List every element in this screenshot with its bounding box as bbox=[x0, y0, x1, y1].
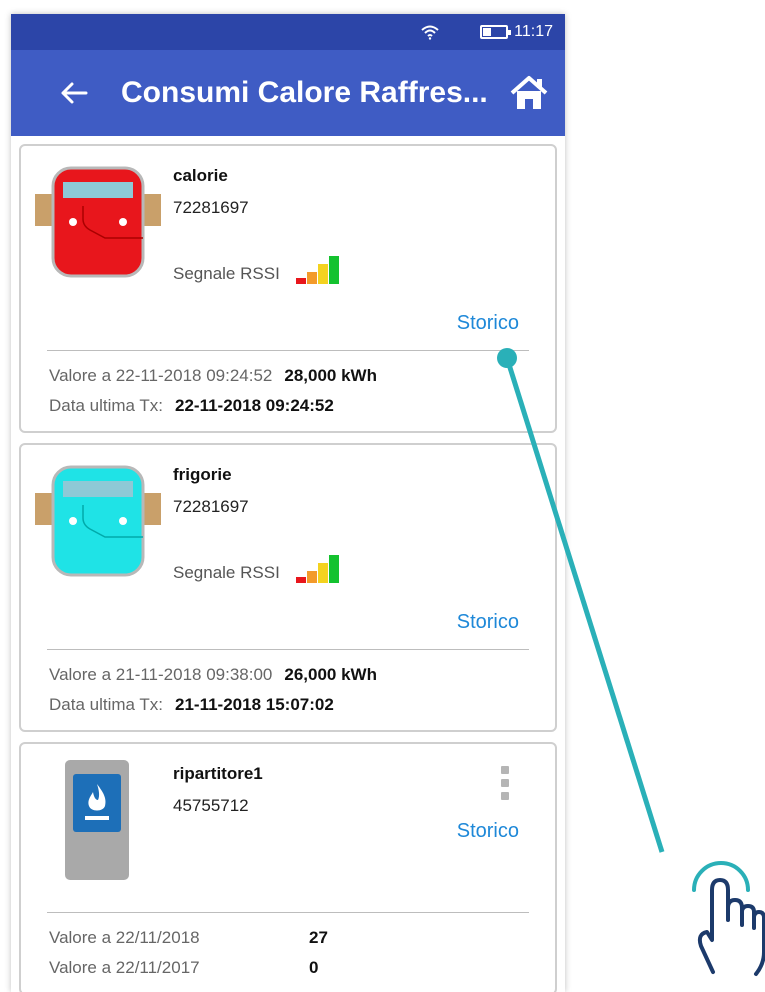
card-footer: Valore a 22/11/2018 27 Valore a 22/11/201… bbox=[21, 913, 555, 992]
reading-row: Valore a 22/11/2017 0 bbox=[49, 953, 555, 983]
device-name: calorie bbox=[173, 166, 228, 185]
signal-bars-icon bbox=[295, 555, 339, 583]
reading-value: 27 bbox=[309, 928, 328, 947]
history-link[interactable]: Storico bbox=[457, 611, 519, 634]
more-options-icon[interactable] bbox=[501, 766, 509, 800]
heat-meter-red-icon bbox=[35, 166, 161, 278]
card-footer: Valore a 22-11-2018 09:24:52 28,000 kWh D… bbox=[21, 351, 555, 431]
tap-hand-icon bbox=[692, 861, 765, 976]
device-name: ripartitore1 bbox=[173, 764, 263, 783]
battery-icon bbox=[480, 25, 512, 39]
tx-label: Data ultima Tx: bbox=[49, 695, 164, 714]
status-bar: 11:17 bbox=[11, 14, 565, 50]
rssi-indicator: Segnale RSSI bbox=[173, 256, 339, 284]
rssi-label: Segnale RSSI bbox=[173, 563, 280, 582]
heat-cost-allocator-icon bbox=[65, 760, 129, 880]
signal-bars-icon bbox=[295, 256, 339, 284]
reading-label: Valore a 22/11/2018 bbox=[49, 928, 200, 947]
device-card-calorie: calorie 72281697 Segnale RSSI Storico Va… bbox=[19, 144, 557, 433]
device-serial: 45755712 bbox=[173, 796, 249, 815]
device-list: calorie 72281697 Segnale RSSI Storico Va… bbox=[11, 136, 565, 992]
home-icon[interactable] bbox=[509, 73, 549, 113]
device-serial: 72281697 bbox=[173, 497, 249, 516]
tx-datetime: 22-11-2018 09:24:52 bbox=[175, 396, 334, 415]
device-name: frigorie bbox=[173, 465, 232, 484]
device-card-ripartitore1: ripartitore1 45755712 Storico Valore a 2… bbox=[19, 742, 557, 992]
rssi-label: Segnale RSSI bbox=[173, 264, 280, 283]
value-label: Valore a 21-11-2018 09:38:00 bbox=[49, 665, 273, 684]
tx-datetime: 21-11-2018 15:07:02 bbox=[175, 695, 334, 714]
app-bar: Consumi Calore Raffres... bbox=[11, 50, 565, 136]
reading-value: 0 bbox=[309, 958, 319, 977]
status-time: 11:17 bbox=[514, 23, 553, 40]
card-footer: Valore a 21-11-2018 09:38:00 26,000 kWh D… bbox=[21, 650, 555, 730]
tx-label: Data ultima Tx: bbox=[49, 396, 164, 415]
value-reading: 26,000 kWh bbox=[284, 665, 377, 684]
wifi-icon bbox=[421, 25, 439, 40]
device-card-frigorie: frigorie 72281697 Segnale RSSI Storico V… bbox=[19, 443, 557, 732]
value-label: Valore a 22-11-2018 09:24:52 bbox=[49, 366, 273, 385]
page-title: Consumi Calore Raffres... bbox=[121, 76, 488, 109]
reading-row: Valore a 22/11/2018 27 bbox=[49, 923, 555, 953]
cooling-meter-cyan-icon bbox=[35, 465, 161, 577]
value-reading: 28,000 kWh bbox=[284, 366, 377, 385]
back-arrow-icon[interactable] bbox=[39, 78, 109, 108]
history-link[interactable]: Storico bbox=[457, 312, 519, 335]
history-link[interactable]: Storico bbox=[457, 820, 519, 843]
rssi-indicator: Segnale RSSI bbox=[173, 555, 339, 583]
device-serial: 72281697 bbox=[173, 198, 249, 217]
reading-label: Valore a 22/11/2017 bbox=[49, 958, 200, 977]
phone-screen: 11:17 Consumi Calore Raffres... calorie … bbox=[11, 14, 565, 992]
